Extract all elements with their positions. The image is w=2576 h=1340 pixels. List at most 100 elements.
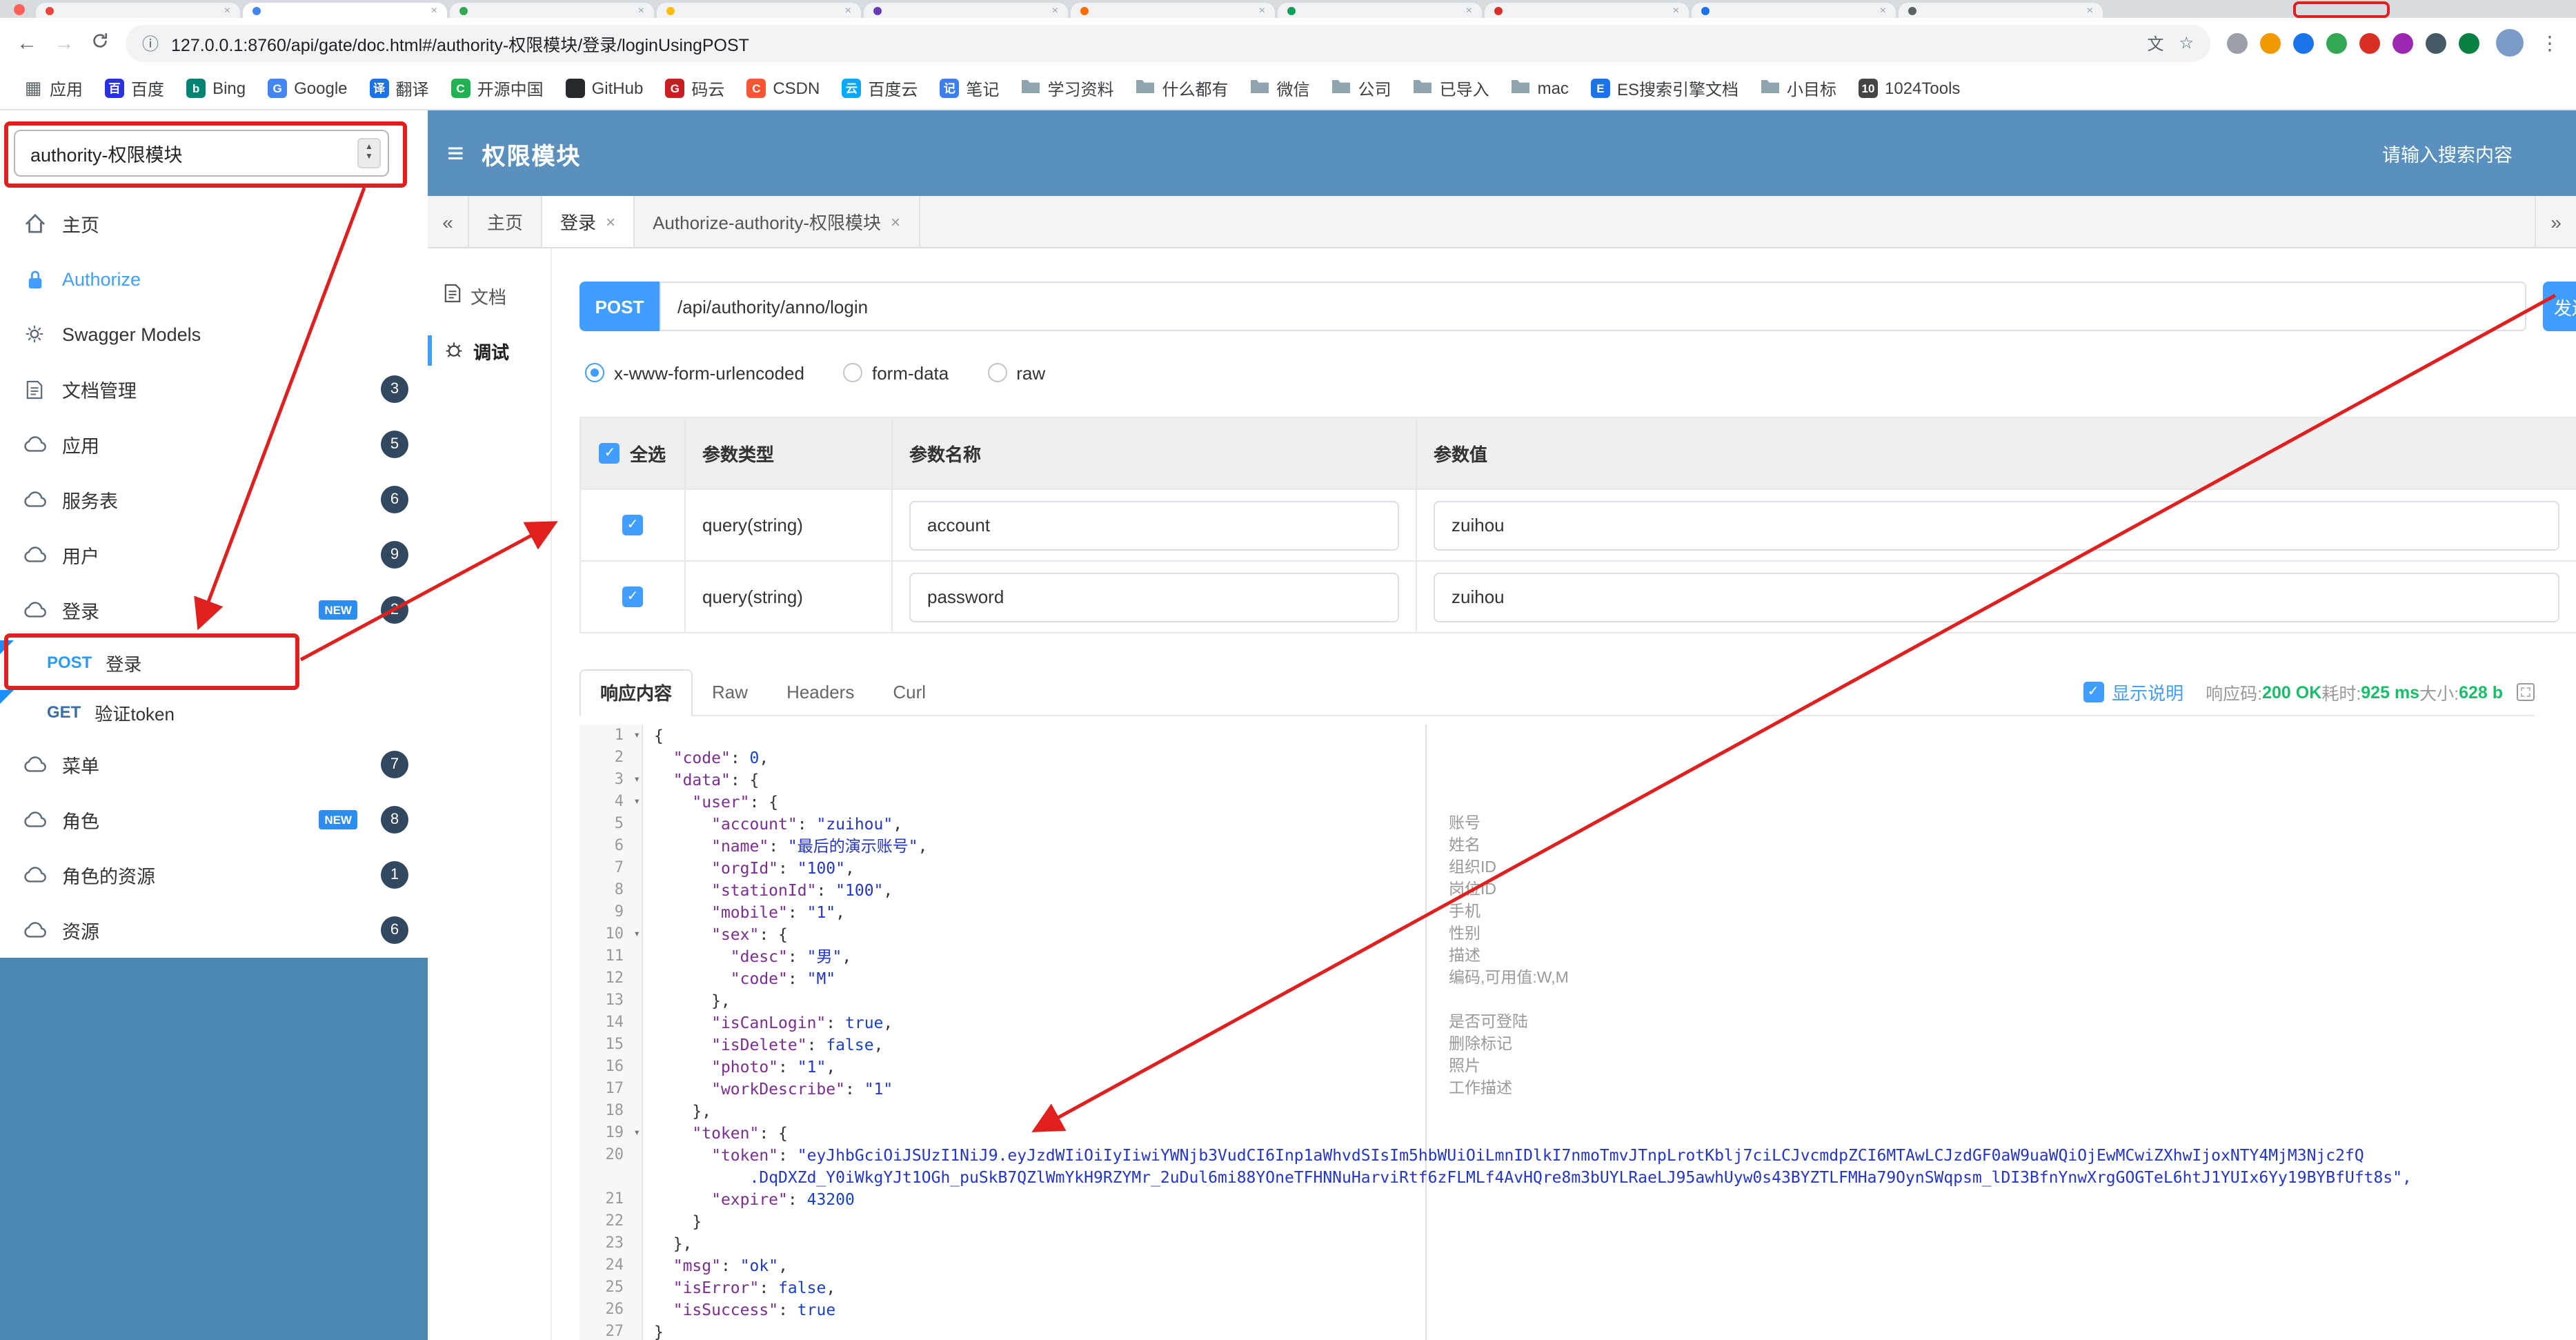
bookmark-item[interactable]: 已导入: [1404, 72, 1499, 104]
extension-icon[interactable]: [2359, 32, 2380, 53]
sidebar-item-资源[interactable]: 资源 6: [0, 903, 428, 958]
tabs-collapse-icon[interactable]: «: [428, 196, 469, 247]
browser-tab[interactable]: ×: [1485, 3, 1689, 18]
extension-icon[interactable]: [2392, 32, 2413, 53]
tab-close-icon[interactable]: ×: [2087, 4, 2093, 16]
fold-caret-icon[interactable]: ▾: [633, 923, 640, 945]
row-checkbox[interactable]: ✓: [622, 587, 643, 607]
select-spinner-icon[interactable]: ▲ ▼: [357, 138, 381, 168]
tabs-expand-icon[interactable]: »: [2535, 196, 2576, 247]
fold-caret-icon[interactable]: ▾: [633, 769, 640, 791]
browser-tab[interactable]: ×: [864, 3, 1068, 18]
bookmark-item[interactable]: GitHub: [556, 75, 653, 102]
row-checkbox[interactable]: ✓: [622, 515, 643, 535]
bookmark-item[interactable]: C CSDN: [737, 75, 829, 102]
bookmark-item[interactable]: G Google: [258, 75, 357, 102]
bookmark-item[interactable]: 小目标: [1751, 72, 1846, 104]
request-url-input[interactable]: [660, 282, 2526, 331]
tab-close-icon[interactable]: ×: [638, 4, 644, 16]
param-value-input[interactable]: [1434, 572, 2559, 622]
content-tab-Authorize-authority-权限模块[interactable]: Authorize-authority-权限模块 ×: [635, 196, 920, 247]
extension-icon[interactable]: [2326, 32, 2347, 53]
bookmark-star-icon[interactable]: ☆: [2179, 33, 2194, 52]
sidebar-item-角色[interactable]: 角色 NEW 8: [0, 792, 428, 847]
browser-tab[interactable]: ×: [1278, 3, 1482, 18]
sidebar-item-角色的资源[interactable]: 角色的资源 1: [0, 847, 428, 903]
tab-close-icon[interactable]: ×: [1673, 4, 1679, 16]
bookmark-item[interactable]: 云百度云: [832, 72, 927, 104]
doc-nav-调试[interactable]: 调试: [428, 323, 551, 378]
tab-close-icon[interactable]: ×: [224, 4, 230, 16]
sidebar-item-服务表[interactable]: 服务表 6: [0, 472, 428, 527]
bookmark-item[interactable]: 10 1024Tools: [1849, 75, 1970, 102]
back-icon[interactable]: ←: [17, 32, 37, 53]
browser-tab[interactable]: ×: [1692, 3, 1896, 18]
site-info-icon[interactable]: ⓘ: [142, 31, 159, 55]
content-tab-登录[interactable]: 登录 ×: [542, 196, 635, 247]
search-input[interactable]: 请输入搜索内容: [2382, 139, 2513, 167]
send-button[interactable]: 发送: [2543, 282, 2576, 331]
extension-icon[interactable]: [2293, 32, 2314, 53]
fullscreen-icon[interactable]: [2517, 683, 2535, 701]
bookmark-item[interactable]: 译翻译: [360, 72, 439, 104]
sidebar-item-post-登录[interactable]: POST 登录: [0, 638, 428, 687]
sidebar-item-主页[interactable]: 主页: [0, 196, 428, 251]
tab-close-icon[interactable]: ×: [845, 4, 851, 16]
bookmark-item[interactable]: G 码云: [655, 72, 734, 104]
bookmark-item[interactable]: ▦ 应用: [14, 72, 92, 104]
param-value-input[interactable]: [1434, 500, 2559, 550]
bookmark-item[interactable]: C 开源中国: [442, 72, 553, 104]
show-description-checkbox[interactable]: ✓ 显示说明: [2083, 679, 2183, 705]
tab-close-icon[interactable]: ×: [431, 4, 437, 16]
hamburger-icon[interactable]: ≡: [447, 139, 464, 168]
sidebar-item-用户[interactable]: 用户 9: [0, 527, 428, 582]
doc-nav-文档[interactable]: 文档: [428, 268, 551, 323]
response-tab-响应内容[interactable]: 响应内容: [579, 669, 693, 716]
bookmark-item[interactable]: 记笔记: [930, 72, 1009, 104]
sidebar-item-Swagger Models[interactable]: Swagger Models: [0, 306, 428, 362]
browser-tab[interactable]: ×: [1071, 3, 1275, 18]
tab-close-icon[interactable]: ×: [1052, 4, 1058, 16]
reload-icon[interactable]: [91, 32, 109, 54]
response-tab-Curl[interactable]: Curl: [873, 669, 945, 716]
service-group-select[interactable]: authority-权限模块 ▲ ▼: [14, 130, 389, 177]
param-name-input[interactable]: [909, 572, 1399, 622]
address-bar[interactable]: ⓘ 127.0.0.1:8760/api/gate/doc.html#/auth…: [126, 24, 2210, 61]
bookmark-item[interactable]: mac: [1502, 75, 1578, 102]
content-tab-主页[interactable]: 主页: [469, 196, 543, 247]
extension-icon[interactable]: [2426, 32, 2446, 53]
bookmark-item[interactable]: 公司: [1322, 72, 1401, 104]
window-close-button[interactable]: [14, 4, 25, 15]
extension-icon[interactable]: [2227, 32, 2248, 53]
tab-close-icon[interactable]: ×: [1880, 4, 1886, 16]
fold-caret-icon[interactable]: ▾: [633, 725, 640, 747]
bookmark-item[interactable]: 微信: [1241, 72, 1320, 104]
browser-tab[interactable]: ×: [1899, 3, 2103, 18]
fold-caret-icon[interactable]: ▾: [633, 1122, 640, 1144]
response-body-viewer[interactable]: 1 ▾{2 "code": 0, 3 ▾ "data": {4 ▾ "user": {5…: [579, 725, 2576, 1340]
fold-caret-icon[interactable]: ▾: [633, 791, 640, 813]
profile-avatar[interactable]: [2496, 29, 2524, 57]
tab-close-icon[interactable]: ×: [606, 212, 615, 231]
response-tab-Raw[interactable]: Raw: [693, 669, 767, 716]
radio-form-data[interactable]: form-data: [842, 362, 949, 383]
browser-tab[interactable]: ×: [36, 3, 240, 18]
browser-menu-icon[interactable]: ⋮: [2540, 31, 2559, 55]
tab-close-icon[interactable]: ×: [891, 212, 900, 231]
bookmark-item[interactable]: b Bing: [177, 75, 255, 102]
tab-close-icon[interactable]: ×: [1259, 4, 1265, 16]
tab-close-icon[interactable]: ×: [1466, 4, 1472, 16]
browser-tab[interactable]: ×: [657, 3, 861, 18]
sidebar-item-菜单[interactable]: 菜单 7: [0, 737, 428, 792]
sidebar-item-get-验证token[interactable]: GET 验证token: [0, 687, 428, 737]
extension-icon[interactable]: [2260, 32, 2281, 53]
param-name-input[interactable]: [909, 500, 1399, 550]
bookmark-item[interactable]: E ES搜索引擎文档: [1581, 72, 1748, 104]
sidebar-item-Authorize[interactable]: Authorize: [0, 251, 428, 306]
sidebar-item-文档管理[interactable]: 文档管理 3: [0, 362, 428, 417]
browser-tab[interactable]: ×: [243, 3, 447, 18]
radio-x-www-form-urlencoded[interactable]: x-www-form-urlencoded: [585, 362, 804, 383]
select-all-checkbox[interactable]: ✓: [599, 443, 620, 464]
extension-icon[interactable]: [2459, 32, 2479, 53]
sidebar-item-应用[interactable]: 应用 5: [0, 417, 428, 472]
